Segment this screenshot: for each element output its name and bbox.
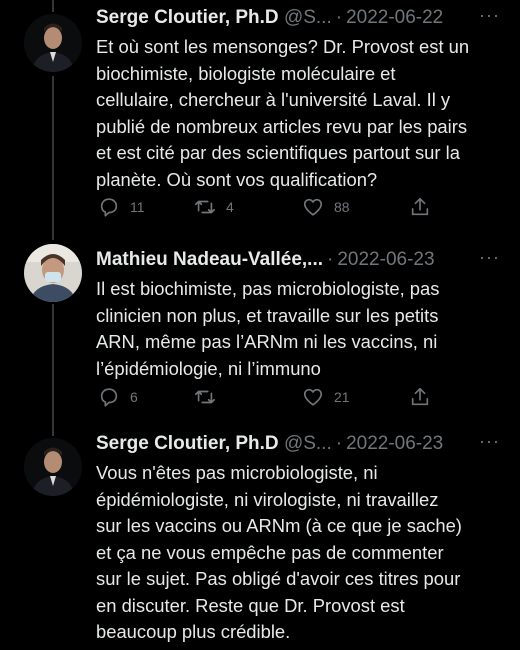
retweet-icon (195, 390, 215, 404)
reply-icon (100, 388, 118, 407)
tweet-text: Vous n'êtes pas microbiologiste, ni épid… (96, 462, 462, 642)
like-button[interactable]: 88 (302, 192, 350, 222)
reply-count: 11 (130, 199, 145, 215)
more-options-icon[interactable]: ··· (479, 246, 500, 268)
tweet-header: Mathieu Nadeau-Vallée,... · 2022-06-23 ··· (96, 246, 510, 274)
share-button[interactable] (409, 382, 431, 412)
tweet-date[interactable]: 2022-06-23 (337, 249, 434, 270)
author-name[interactable]: Mathieu Nadeau-Vallée,... (96, 249, 323, 270)
separator-dot: · (327, 249, 334, 270)
reply-icon (100, 198, 118, 217)
heart-icon (303, 388, 323, 406)
avatar[interactable] (24, 14, 82, 72)
tweet-date[interactable]: 2022-06-22 (346, 7, 443, 28)
reply-button[interactable]: 6 (98, 382, 138, 412)
tweet-header: Serge Cloutier, Ph.D @S... · 2022-06-23 ··… (96, 430, 510, 458)
share-icon (411, 387, 429, 406)
author-handle[interactable]: @S... (284, 433, 332, 454)
share-icon (411, 197, 429, 216)
retweet-button[interactable] (194, 382, 226, 412)
heart-icon (303, 198, 323, 216)
like-count: 21 (334, 389, 350, 405)
tweet-text: Et où sont les mensonges? Dr. Provost es… (96, 36, 470, 190)
tweet[interactable]: Serge Cloutier, Ph.D @S... · 2022-06-22 ··… (0, 0, 520, 232)
tweet[interactable]: Mathieu Nadeau-Vallée,... · 2022-06-23 ···… (0, 240, 520, 420)
tweet-date[interactable]: 2022-06-23 (346, 433, 443, 454)
avatar-image (24, 438, 82, 496)
tweet[interactable]: Serge Cloutier, Ph.D @S... · 2022-06-23 ··… (0, 428, 520, 650)
author-handle[interactable]: @S... (284, 7, 332, 28)
tweet-actions: 11 4 88 (96, 192, 436, 222)
tweet-text: Il est biochimiste, pas microbiologiste,… (96, 278, 440, 379)
retweet-button[interactable]: 4 (194, 192, 234, 222)
like-count: 88 (334, 199, 350, 215)
reply-button[interactable]: 11 (98, 192, 145, 222)
tweet-header: Serge Cloutier, Ph.D @S... · 2022-06-22 ··… (96, 4, 510, 32)
avatar[interactable] (24, 244, 82, 302)
separator-dot: · (335, 433, 343, 454)
separator-dot: · (335, 7, 343, 28)
author-name[interactable]: Serge Cloutier, Ph.D (96, 7, 279, 28)
reply-count: 6 (130, 389, 138, 405)
avatar-image (24, 14, 82, 72)
like-button[interactable]: 21 (302, 382, 350, 412)
tweet-actions: 6 21 (96, 382, 436, 412)
author-name[interactable]: Serge Cloutier, Ph.D (96, 433, 279, 454)
retweet-icon (195, 200, 215, 214)
avatar-image (24, 244, 82, 302)
more-options-icon[interactable]: ··· (479, 4, 500, 26)
avatar[interactable] (24, 438, 82, 496)
share-button[interactable] (409, 192, 431, 222)
more-options-icon[interactable]: ··· (479, 430, 500, 452)
retweet-count: 4 (226, 199, 234, 215)
